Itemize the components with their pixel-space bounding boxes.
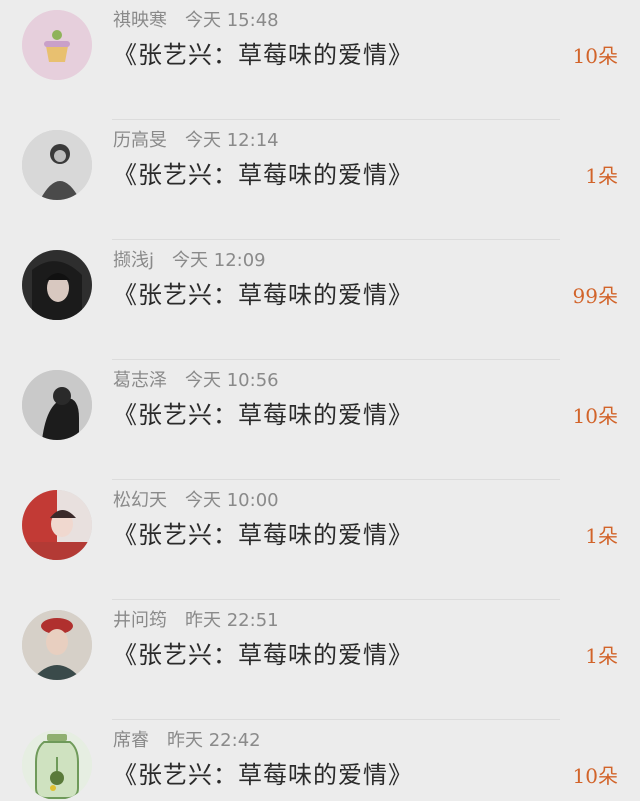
person-avatar-icon[interactable] [22,250,92,320]
list-item[interactable]: 井问筠 昨天 22:51 《张艺兴：草莓味的爱情》 1朵 [0,600,640,720]
person-avatar-icon[interactable] [22,610,92,680]
sender-name[interactable]: 撷浅j [113,250,154,271]
gift-title: 《张艺兴：草莓味的爱情》 [113,761,413,789]
person-avatar-icon[interactable] [22,130,92,200]
person-avatar-icon[interactable] [22,370,92,440]
list-item[interactable]: 席睿 昨天 22:42 《张艺兴：草莓味的爱情》 10朵 [0,720,640,801]
sender-name[interactable]: 井问筠 [113,610,167,631]
timestamp: 今天 15:48 [185,10,279,31]
timestamp: 今天 10:56 [185,370,279,391]
gift-title: 《张艺兴：草莓味的爱情》 [113,41,413,69]
sender-name[interactable]: 历高旻 [113,130,167,151]
list-item[interactable]: 撷浅j 今天 12:09 《张艺兴：草莓味的爱情》 99朵 [0,240,640,360]
timestamp: 今天 12:14 [185,130,279,151]
jar-avatar-icon[interactable] [22,730,92,800]
gift-amount: 10朵 [572,404,618,428]
timestamp: 昨天 22:51 [185,610,279,631]
gift-amount: 1朵 [585,644,618,668]
gift-record-list: 祺映寒 今天 15:48 《张艺兴：草莓味的爱情》 10朵 历高旻 今天 12:14… [0,0,640,801]
list-item[interactable]: 松幻天 今天 10:00 《张艺兴：草莓味的爱情》 1朵 [0,480,640,600]
gift-amount: 10朵 [572,764,618,788]
sender-name[interactable]: 葛志泽 [113,370,167,391]
gift-title: 《张艺兴：草莓味的爱情》 [113,281,413,309]
list-item[interactable]: 葛志泽 今天 10:56 《张艺兴：草莓味的爱情》 10朵 [0,360,640,480]
sender-name[interactable]: 祺映寒 [113,10,167,31]
gift-amount: 1朵 [585,164,618,188]
gift-amount: 99朵 [572,284,618,308]
timestamp: 今天 12:09 [172,250,266,271]
timestamp: 今天 10:00 [185,490,279,511]
gift-title: 《张艺兴：草莓味的爱情》 [113,641,413,669]
person-avatar-icon[interactable] [22,490,92,560]
sender-name[interactable]: 松幻天 [113,490,167,511]
sender-name[interactable]: 席睿 [113,730,149,751]
timestamp: 昨天 22:42 [167,730,261,751]
cake-avatar-icon[interactable] [22,10,92,80]
gift-title: 《张艺兴：草莓味的爱情》 [113,521,413,549]
gift-title: 《张艺兴：草莓味的爱情》 [113,401,413,429]
gift-title: 《张艺兴：草莓味的爱情》 [113,161,413,189]
gift-amount: 10朵 [572,44,618,68]
list-item[interactable]: 历高旻 今天 12:14 《张艺兴：草莓味的爱情》 1朵 [0,120,640,240]
gift-amount: 1朵 [585,524,618,548]
list-item[interactable]: 祺映寒 今天 15:48 《张艺兴：草莓味的爱情》 10朵 [0,0,640,120]
